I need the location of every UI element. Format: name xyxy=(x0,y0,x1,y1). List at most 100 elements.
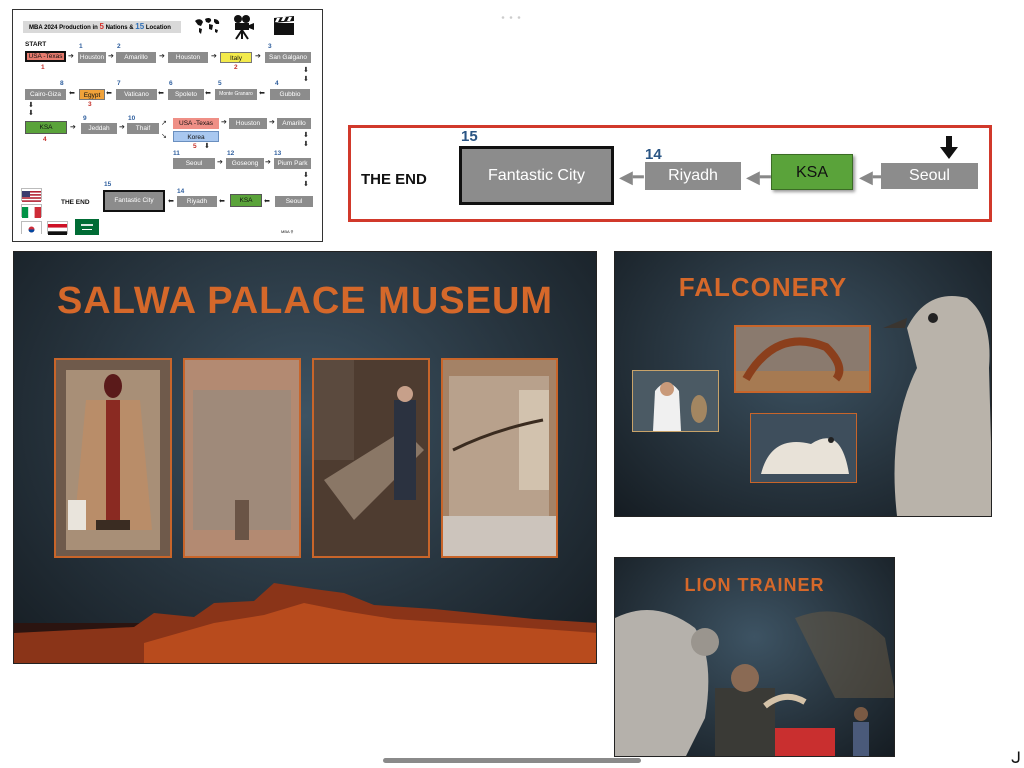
node-pium-park: Pium Park xyxy=(274,158,311,169)
nations-count: 5 xyxy=(99,22,104,31)
arrow-left-icon: ⬅ xyxy=(106,90,112,97)
node-ksa: KSA xyxy=(771,154,853,190)
footer-logo: MBA ⚲ xyxy=(281,229,294,234)
node-riyadh: Riyadh xyxy=(645,162,741,190)
node-goseong: Goseong xyxy=(226,158,264,169)
usa-flag-icon xyxy=(21,188,42,202)
falcon-closeup-photo xyxy=(750,413,857,483)
order-number: 12 xyxy=(227,150,235,157)
order-number: 2 xyxy=(117,43,121,50)
arrow-left-icon: ⬅ xyxy=(219,198,225,205)
node-amarillo: Amarillo xyxy=(277,118,311,129)
arrow-down-icon: ⬇ xyxy=(303,67,309,74)
order-number: 9 xyxy=(83,115,87,122)
node-italy: Italy xyxy=(220,52,252,63)
arrow-down-icon xyxy=(939,136,959,165)
node-seoul: Seoul xyxy=(173,158,215,169)
korea-flag-icon xyxy=(21,221,42,235)
display-case-photo xyxy=(312,358,430,558)
arrow-left-icon: ⬅ xyxy=(259,90,265,97)
node-seoul: Seoul xyxy=(881,163,978,189)
order-number: 1 xyxy=(41,64,45,71)
egypt-flag-icon xyxy=(47,221,68,235)
arrow-right-icon: ➔ xyxy=(119,124,125,131)
order-number: 7 xyxy=(117,80,121,87)
order-number: 15 xyxy=(104,181,112,188)
node-houston: Houston xyxy=(78,52,106,63)
order-number: 14 xyxy=(645,146,662,163)
order-number: 5 xyxy=(193,143,197,150)
arrow-left-icon: ⬅ xyxy=(205,90,211,97)
home-indicator[interactable] xyxy=(383,758,641,763)
arrow-corner-icon: ↗ xyxy=(161,120,167,127)
order-number: 4 xyxy=(275,80,279,87)
arrow-right-icon: ➔ xyxy=(265,159,271,166)
order-number: 10 xyxy=(128,115,136,122)
node-monte-granaro: Monte Granaro xyxy=(215,89,257,100)
arrow-right-icon: ➔ xyxy=(221,119,227,126)
node-egypt: Egypt xyxy=(79,89,105,100)
order-number: 5 xyxy=(218,80,222,87)
palace-skyline-image xyxy=(14,553,596,663)
arrow-left-icon: ◀━ xyxy=(746,167,771,187)
saudi-flag-icon xyxy=(75,219,99,235)
landmark-photo xyxy=(734,325,871,393)
arrow-down-icon: ⬇ xyxy=(28,110,34,117)
order-number: 15 xyxy=(461,128,478,145)
arrow-right-icon: ➔ xyxy=(255,53,261,60)
arrow-down-icon: ⬇ xyxy=(303,76,309,83)
header-suffix-text: Location xyxy=(145,25,171,31)
node-korea: Korea xyxy=(173,131,219,142)
arrow-left-icon: ⬅ xyxy=(168,198,174,205)
corner-glyph-icon: ᒍ xyxy=(1011,750,1022,767)
arrow-right-icon: ➔ xyxy=(211,53,217,60)
node-fantastic-city: Fantastic City xyxy=(103,190,165,212)
node-seoul: Seoul xyxy=(275,196,313,207)
lion-trainer-slide[interactable]: LION TRAINER xyxy=(614,557,895,757)
lion-trainer-image xyxy=(615,598,894,756)
node-spoleto: Spoleto xyxy=(168,89,204,100)
world-map-icon xyxy=(193,15,221,41)
falconer-photo xyxy=(632,370,719,432)
node-usa-texas: USA -Texas xyxy=(173,118,219,129)
route-zoom-box: THE END 15 Fantastic City ◀━ 14 Riyadh ◀… xyxy=(348,125,992,222)
clapperboard-icon xyxy=(272,16,296,40)
multitasking-dots[interactable] xyxy=(500,6,522,19)
order-number: 3 xyxy=(88,101,92,108)
arrow-right-icon: ➔ xyxy=(68,53,74,60)
production-map-slide[interactable]: MBA 2024 Production in 5 Nations & 15 Lo… xyxy=(12,9,323,242)
arrow-down-icon: ⬇ xyxy=(204,143,210,150)
node-usa-texas: USA -Texas xyxy=(25,51,66,62)
order-number: 2 xyxy=(234,64,238,71)
order-number: 8 xyxy=(60,80,64,87)
museum-slide[interactable]: SALWA PALACE MUSEUM xyxy=(13,251,597,664)
header-text: MBA 2024 Production in xyxy=(29,25,98,31)
map-header: MBA 2024 Production in 5 Nations & 15 Lo… xyxy=(23,21,181,33)
header-mid-text: Nations & xyxy=(105,25,134,31)
arrow-down-icon: ⬇ xyxy=(303,181,309,188)
falcon-image xyxy=(877,288,991,516)
order-number: 13 xyxy=(274,150,282,157)
order-number: 6 xyxy=(169,80,173,87)
node-vaticano: Vaticano xyxy=(116,89,157,100)
node-gubbio: Gubbio xyxy=(270,89,310,100)
node-amarillo: Amarillo xyxy=(116,52,156,63)
the-end-label: THE END xyxy=(61,199,90,206)
node-cairo-giza: Cairo-Giza xyxy=(25,89,66,100)
node-houston: Houston xyxy=(168,52,208,63)
wall-hanging-photo xyxy=(183,358,301,558)
arrow-down-icon: ⬇ xyxy=(303,172,309,179)
slide-title: SALWA PALACE MUSEUM xyxy=(56,280,554,322)
movie-camera-icon xyxy=(231,14,255,44)
order-number: 11 xyxy=(173,150,180,157)
order-number: 1 xyxy=(79,43,83,50)
node-ksa: KSA xyxy=(25,121,67,134)
arrow-right-icon: ➔ xyxy=(217,159,223,166)
falconery-slide[interactable]: FALCONERY xyxy=(614,251,992,517)
arrow-left-icon: ⬅ xyxy=(69,90,75,97)
node-thaif: Thaif xyxy=(127,123,159,134)
order-number: 3 xyxy=(268,43,272,50)
order-number: 4 xyxy=(43,136,47,143)
slide-title: LION TRAINER xyxy=(684,575,825,595)
arrow-down-icon: ⬇ xyxy=(303,132,309,139)
